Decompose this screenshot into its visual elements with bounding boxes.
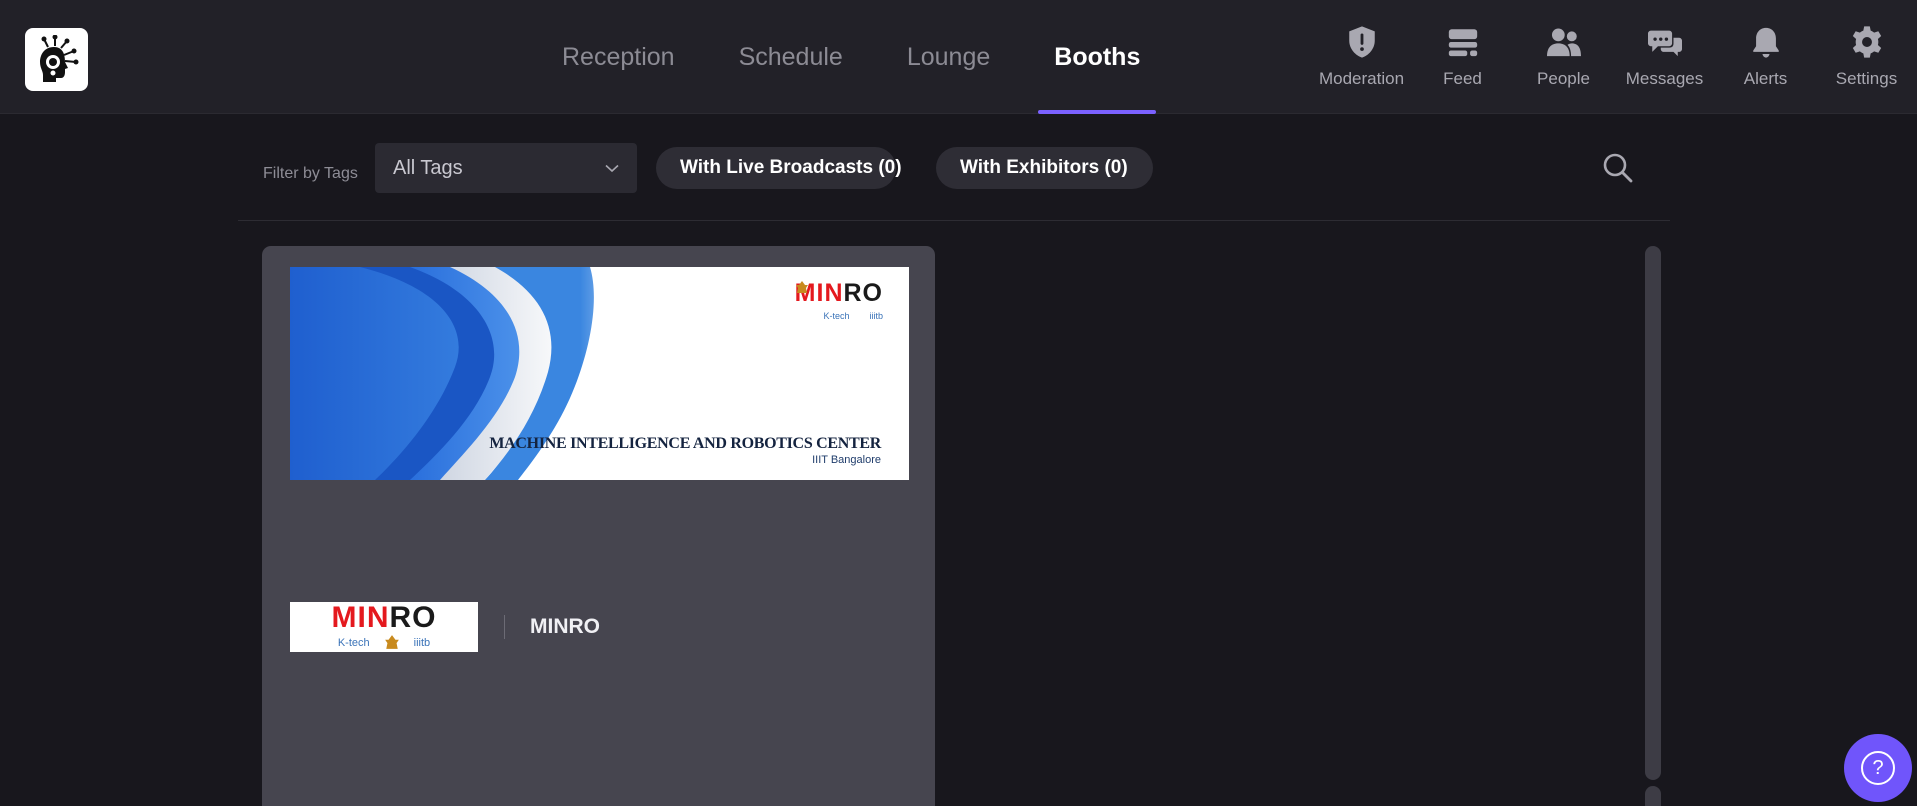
nav-settings-label: Settings: [1835, 69, 1898, 88]
banner-minro-logo: MINRO K-tech iiitb: [795, 279, 883, 322]
booth-card[interactable]: MINRO K-tech iiitb MACHINE INTELLIGENCE …: [262, 246, 935, 806]
question-mark-icon: ?: [1861, 751, 1895, 785]
emblem-icon: [384, 634, 400, 652]
tab-lounge[interactable]: Lounge: [875, 0, 1022, 114]
nav-feed[interactable]: Feed: [1412, 0, 1513, 114]
nav-moderation-label: Moderation: [1318, 69, 1405, 88]
booth-info-row: MINRO K-tech iiitb MINRO: [290, 602, 600, 652]
divider: [504, 615, 505, 639]
ktech-logo: K-tech: [337, 637, 370, 649]
help-button[interactable]: ?: [1844, 734, 1912, 802]
exhibitors-label: With Exhibitors (0): [960, 157, 1128, 178]
booth-banner-image: MINRO K-tech iiitb MACHINE INTELLIGENCE …: [290, 267, 909, 480]
search-icon: [1603, 153, 1633, 183]
nav-alerts-label: Alerts: [1743, 69, 1788, 88]
exhibitors-filter-button[interactable]: With Exhibitors (0): [936, 147, 1153, 189]
filter-bar: Filter by Tags All Tags With Live Broadc…: [238, 140, 1670, 221]
chevron-down-icon: [605, 164, 619, 172]
people-icon: [1546, 28, 1581, 57]
tag-filter-dropdown[interactable]: All Tags: [375, 143, 637, 193]
tag-select-value: All Tags: [393, 156, 463, 179]
nav-moderation[interactable]: Moderation: [1311, 0, 1412, 114]
top-navigation-bar: Reception Schedule Lounge Booths Moderat…: [0, 0, 1917, 114]
app-logo[interactable]: [25, 28, 88, 91]
filter-by-tags-label: Filter by Tags: [263, 165, 358, 182]
tab-booths[interactable]: Booths: [1022, 0, 1172, 114]
scrollbar[interactable]: [1645, 246, 1661, 780]
partner-logos: K-tech iiitb: [795, 281, 883, 321]
tab-label: Reception: [562, 42, 675, 71]
feed-icon: [1448, 29, 1477, 57]
iiitb-logo: iiitb: [869, 311, 883, 321]
logo-black: RO: [389, 600, 437, 634]
search-button[interactable]: [1600, 150, 1636, 186]
nav-people[interactable]: People: [1513, 0, 1614, 114]
nav-messages[interactable]: Messages: [1614, 0, 1715, 114]
shield-exclamation-icon: [1348, 26, 1375, 58]
tab-reception[interactable]: Reception: [530, 0, 707, 114]
ktech-logo: K-tech: [823, 311, 850, 321]
nav-alerts[interactable]: Alerts: [1715, 0, 1816, 114]
tab-schedule[interactable]: Schedule: [707, 0, 875, 114]
logo-red: MIN: [331, 600, 390, 634]
booth-name: MINRO: [530, 615, 600, 638]
main-nav-tabs: Reception Schedule Lounge Booths: [530, 0, 1172, 114]
nav-messages-label: Messages: [1625, 69, 1704, 88]
booth-logo: MINRO K-tech iiitb: [290, 602, 478, 652]
help-label: ?: [1872, 757, 1884, 779]
bell-icon: [1752, 27, 1779, 58]
partner-logos: K-tech iiitb: [337, 634, 431, 652]
icon-navigation: Moderation Feed People Messages Alerts S…: [1311, 0, 1917, 114]
chat-bubbles-icon: [1647, 30, 1682, 57]
nav-feed-label: Feed: [1443, 69, 1482, 88]
banner-subtitle: IIIT Bangalore: [812, 454, 881, 466]
minro-wordmark: MINRO: [331, 600, 437, 634]
banner-title: MACHINE INTELLIGENCE AND ROBOTICS CENTER: [489, 435, 881, 452]
scrollbar-segment[interactable]: [1645, 786, 1661, 806]
tab-label: Schedule: [738, 42, 843, 71]
nav-people-label: People: [1537, 69, 1590, 88]
logo-black: RO: [843, 279, 883, 307]
live-broadcasts-filter-button[interactable]: With Live Broadcasts (0): [656, 147, 902, 189]
tab-label: Booths: [1054, 42, 1141, 71]
live-broadcasts-label: With Live Broadcasts (0): [680, 157, 902, 178]
robot-head-logo-icon: [39, 34, 78, 82]
tab-label: Lounge: [906, 42, 991, 71]
iiitb-logo: iiitb: [413, 637, 431, 649]
nav-settings[interactable]: Settings: [1816, 0, 1917, 114]
gear-icon: [1852, 26, 1881, 58]
